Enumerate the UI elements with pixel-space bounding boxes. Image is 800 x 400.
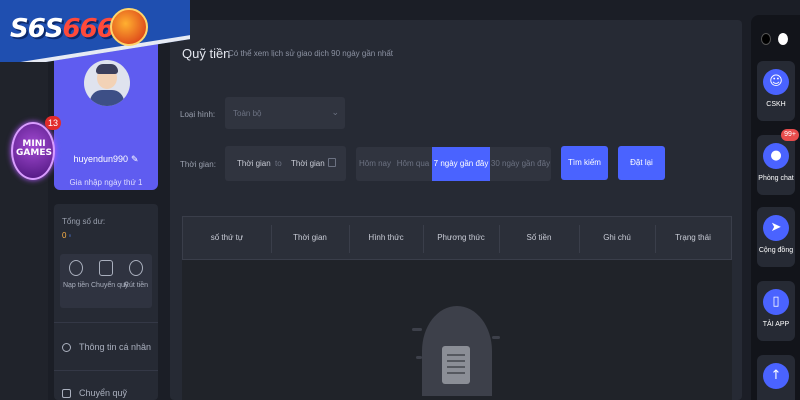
- transactions-table: số thứ tự Thời gian Hình thức Phương thứ…: [182, 216, 732, 400]
- chat-room-label: Phòng chat: [758, 175, 794, 182]
- dark-theme-dot[interactable]: [761, 33, 771, 45]
- arrow-up-icon: ↑: [763, 363, 789, 389]
- download-app-label: TẢI APP: [762, 321, 790, 328]
- type-select-value: Toàn bộ: [233, 109, 262, 118]
- column-header: Trạng thái: [675, 233, 711, 242]
- download-app-icon: ▯: [763, 289, 789, 315]
- transfer-label: Chuyển quỹ: [91, 282, 129, 289]
- mini-games-label: MINI GAMES: [16, 139, 52, 158]
- community-label: Cộng đồng: [758, 247, 794, 254]
- logo-text: S6S666: [10, 14, 115, 44]
- mini-games-button[interactable]: MINI GAMES 13: [11, 116, 61, 186]
- menu-item-personal-info[interactable]: Thông tin cá nhân: [62, 342, 158, 353]
- withdraw-icon: [129, 260, 143, 276]
- mini-games-count-badge: 13: [45, 116, 61, 130]
- transfer-button[interactable]: Chuyển quỹ: [91, 260, 129, 289]
- range-30-days[interactable]: 30 ngày gần đây: [490, 147, 551, 181]
- calendar-icon: [328, 158, 336, 167]
- range-yesterday[interactable]: Hôm qua: [394, 147, 432, 181]
- withdraw-label: Rút tiền: [123, 282, 149, 289]
- refresh-icon[interactable]: ◦: [68, 231, 71, 240]
- support-icon: ☺: [763, 69, 789, 95]
- deposit-button[interactable]: Nạp tiền: [61, 260, 91, 289]
- avatar: [84, 60, 130, 106]
- column-header: Phương thức: [437, 233, 485, 242]
- column-header: Số tiền: [526, 233, 552, 242]
- date-range-picker[interactable]: Thời gian to Thời gian: [225, 146, 346, 181]
- download-app-button[interactable]: ▯ TẢI APP: [757, 281, 795, 341]
- deposit-icon: [69, 260, 83, 276]
- wallet-actions: Nạp tiền Chuyển quỹ Rút tiền: [60, 254, 152, 308]
- chat-room-button[interactable]: ● Phòng chat 99+: [757, 129, 799, 195]
- right-quick-bar: ☺ CSKH ● Phòng chat 99+ ➤ Cộng đồng ▯ TẢ…: [751, 15, 800, 400]
- balance-value: 0 ◦: [62, 231, 72, 240]
- quick-range-selector: Hôm nay Hôm qua 7 ngày gần đây 30 ngày g…: [356, 147, 551, 181]
- light-theme-dot[interactable]: [778, 33, 788, 45]
- range-7-days[interactable]: 7 ngày gần đây: [432, 147, 490, 181]
- empty-state-icon: [412, 306, 500, 400]
- range-today[interactable]: Hôm nay: [356, 147, 394, 181]
- menu-item-transfer[interactable]: Chuyển quỹ: [62, 388, 158, 399]
- withdraw-button[interactable]: Rút tiền: [121, 260, 151, 289]
- login-note: Gia nhập ngày thứ 1: [69, 178, 143, 187]
- date-separator: to: [275, 159, 282, 168]
- transfer-icon: [99, 260, 113, 276]
- deposit-label: Nạp tiền: [62, 282, 90, 289]
- scroll-top-button[interactable]: ↑: [757, 355, 795, 400]
- divider: [54, 322, 158, 323]
- username: huyendun990 ✎: [73, 154, 139, 164]
- user-info-icon: [62, 343, 71, 353]
- support-label: CSKH: [766, 101, 786, 108]
- type-select[interactable]: Toàn bộ ⌄: [225, 97, 345, 129]
- page-subtitle: Có thể xem lịch sử giao dịch 90 ngày gần…: [228, 49, 394, 58]
- site-logo[interactable]: S6S666: [0, 0, 190, 62]
- chat-icon: ●: [763, 143, 789, 169]
- balance-label: Tổng số dư:: [62, 217, 106, 226]
- logo-emblem-icon: [110, 8, 148, 46]
- telegram-icon: ➤: [763, 215, 789, 241]
- time-label: Thời gian:: [180, 160, 216, 169]
- transactions-panel: Quỹ tiền Có thể xem lịch sử giao dịch 90…: [170, 20, 742, 400]
- column-header: số thứ tự: [210, 233, 244, 242]
- chat-badge: 99+: [781, 129, 799, 141]
- type-label: Loại hình:: [180, 110, 216, 119]
- column-header: Ghi chú: [603, 233, 631, 242]
- table-header: số thứ tự Thời gian Hình thức Phương thứ…: [182, 216, 732, 260]
- date-to[interactable]: Thời gian: [291, 159, 325, 168]
- chevron-down-icon: ⌄: [331, 107, 339, 117]
- column-header: Thời gian: [293, 233, 327, 242]
- divider: [54, 370, 158, 371]
- community-button[interactable]: ➤ Cộng đồng: [757, 207, 795, 267]
- transfer-icon: [62, 389, 71, 399]
- column-header: Hình thức: [368, 233, 404, 242]
- search-button[interactable]: Tìm kiếm: [561, 146, 608, 180]
- date-from[interactable]: Thời gian: [237, 159, 271, 168]
- support-button[interactable]: ☺ CSKH: [757, 61, 795, 121]
- account-side-panel: Tổng số dư: 0 ◦ Nạp tiền Chuyển quỹ Rút t…: [54, 204, 158, 400]
- reset-button[interactable]: Đặt lại: [618, 146, 665, 180]
- pencil-icon[interactable]: ✎: [131, 154, 139, 164]
